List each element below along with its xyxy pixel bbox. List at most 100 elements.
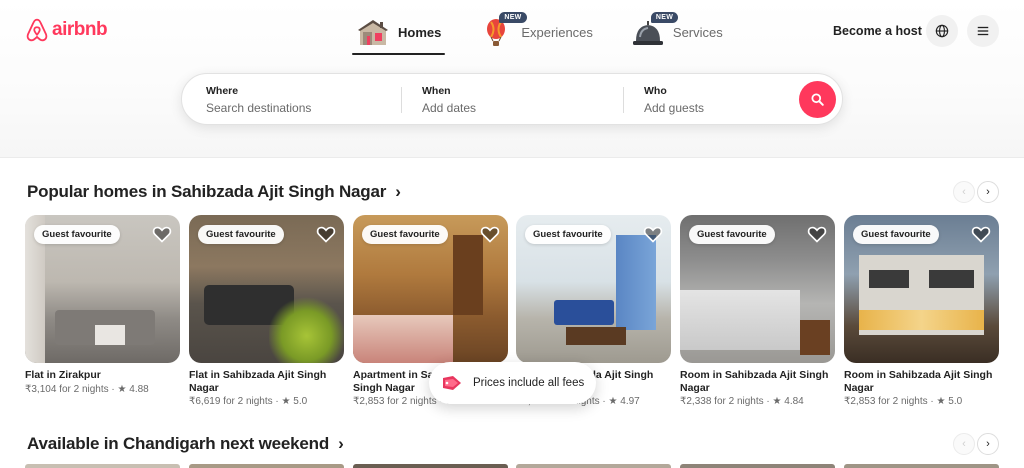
language-button[interactable]	[926, 15, 958, 47]
chevron-right-icon: ›	[333, 434, 344, 453]
new-badge: NEW	[499, 12, 527, 23]
guest-favourite-badge: Guest favourite	[853, 225, 939, 244]
who-field[interactable]: Who Add guests	[620, 74, 790, 126]
scroll-left-button[interactable]: ‹	[953, 433, 975, 455]
main-menu-button[interactable]	[967, 15, 999, 47]
heart-icon[interactable]	[152, 224, 172, 244]
airbnb-logo-icon	[26, 18, 48, 42]
star-icon: ★	[117, 383, 127, 395]
listing-title: Flat in Sahibzada Ajit Singh Nagar	[189, 369, 327, 394]
listing-price: ₹2,853 for 2 nights	[353, 396, 437, 407]
section-title-chandigarh[interactable]: Available in Chandigarh next weekend ›	[27, 434, 344, 454]
scroll-left-button[interactable]: ‹	[953, 181, 975, 203]
chevron-left-icon: ‹	[962, 438, 966, 450]
become-host-link[interactable]: Become a host	[833, 24, 922, 38]
listing-meta: ₹2,338 for 2 nights · ★ 4.84	[680, 396, 804, 407]
guest-favourite-badge: Guest favourite	[525, 225, 611, 244]
category-nav: Homes NEW Experiences NEW Services	[352, 10, 727, 55]
hamburger-menu-icon	[977, 26, 989, 36]
listing-price: ₹2,338 for 2 nights	[680, 396, 764, 407]
heart-icon[interactable]	[971, 224, 991, 244]
listing-photo[interactable]: Guest favourite	[353, 215, 508, 363]
toast-text: Prices include all fees	[473, 377, 585, 389]
listing-photo-partial	[189, 464, 344, 468]
tab-experiences[interactable]: NEW Experiences	[475, 10, 597, 54]
heart-icon[interactable]	[807, 224, 827, 244]
who-label: Who	[644, 85, 667, 97]
listing-photo-partial	[25, 464, 180, 468]
listing-photo[interactable]: Guest favourite	[516, 215, 671, 363]
when-label: When	[422, 85, 451, 97]
chevron-right-icon: ›	[986, 438, 990, 450]
listing-rating: 4.84	[784, 396, 804, 407]
when-placeholder: Add dates	[422, 101, 477, 115]
heart-icon[interactable]	[643, 224, 663, 244]
new-badge: NEW	[650, 12, 679, 23]
listing-photo-partial	[353, 464, 508, 468]
listing-card[interactable]: Guest favourite Flat in Sahibzada Ajit S…	[189, 215, 344, 407]
listing-card[interactable]: Guest favourite Flat in Zirakpur ₹3,104 …	[25, 215, 180, 395]
tab-homes[interactable]: Homes	[352, 10, 446, 55]
globe-icon	[935, 24, 949, 38]
listing-photo-partial	[680, 464, 835, 468]
guest-favourite-badge: Guest favourite	[362, 225, 448, 244]
search-bar: Where Search destinations When Add dates…	[181, 73, 843, 125]
listing-photo[interactable]: Guest favourite	[844, 215, 999, 363]
prices-include-fees-toast[interactable]: Prices include all fees	[429, 362, 596, 404]
listing-card[interactable]: Guest favourite Room in Sahibzada Ajit S…	[680, 215, 835, 407]
star-icon: ★	[608, 396, 618, 407]
hot-air-balloon-icon: NEW	[479, 12, 527, 47]
where-placeholder: Search destinations	[206, 101, 312, 115]
listing-photo-partial	[516, 464, 671, 468]
chevron-right-icon: ›	[986, 186, 990, 198]
listing-photo[interactable]: Guest favourite	[189, 215, 344, 363]
listing-rating: 5.0	[293, 396, 308, 407]
where-field[interactable]: Where Search destinations	[182, 74, 402, 126]
scroll-right-button[interactable]: ›	[977, 181, 999, 203]
tab-homes-label: Homes	[398, 24, 442, 40]
price-tag-icon	[443, 376, 461, 390]
when-field[interactable]: When Add dates	[398, 74, 620, 126]
listing-meta: ₹2,853 for 2 nights · ★ 5.0	[844, 396, 963, 407]
listing-price: ₹2,853 for 2 nights	[844, 396, 928, 407]
star-icon: ★	[936, 396, 946, 407]
section-title-text: Popular homes in Sahibzada Ajit Singh Na…	[27, 182, 387, 201]
tab-services-label: Services	[672, 24, 723, 40]
chevron-right-icon: ›	[390, 182, 401, 201]
top-header: airbnb Homes NEW Experiences NEW Service…	[0, 0, 1024, 158]
listing-photo-partial	[844, 464, 999, 468]
guest-favourite-badge: Guest favourite	[198, 225, 284, 244]
house-icon	[356, 17, 390, 47]
service-bell-icon: NEW	[631, 12, 679, 47]
listing-card[interactable]: Guest favourite Room in Sahibzada Ajit S…	[844, 215, 999, 407]
listing-meta: ₹3,104 for 2 nights · ★ 4.88	[25, 383, 149, 395]
listing-rating: 4.97	[620, 396, 640, 407]
listing-photo[interactable]: Guest favourite	[25, 215, 180, 363]
heart-icon[interactable]	[316, 224, 336, 244]
listing-price: ₹6,619 for 2 nights	[189, 396, 273, 407]
listing-rating: 4.88	[129, 383, 149, 395]
tab-services[interactable]: NEW Services	[627, 10, 727, 54]
guest-favourite-badge: Guest favourite	[34, 225, 120, 244]
search-button[interactable]	[799, 81, 836, 118]
listing-title: Flat in Zirakpur	[25, 369, 101, 381]
listing-price: ₹3,104 for 2 nights	[25, 383, 109, 395]
tab-experiences-label: Experiences	[521, 24, 593, 40]
search-icon	[811, 93, 824, 106]
brand-name: airbnb	[52, 19, 108, 40]
listing-title: Room in Sahibzada Ajit Singh Nagar	[680, 369, 829, 394]
heart-icon[interactable]	[480, 224, 500, 244]
listing-photo[interactable]: Guest favourite	[680, 215, 835, 363]
where-label: Where	[206, 85, 239, 97]
star-icon: ★	[281, 396, 291, 407]
scroll-right-button[interactable]: ›	[977, 433, 999, 455]
listing-meta: ₹6,619 for 2 nights · ★ 5.0	[189, 396, 308, 407]
airbnb-logo[interactable]: airbnb	[26, 18, 108, 42]
who-placeholder: Add guests	[644, 101, 705, 115]
guest-favourite-badge: Guest favourite	[689, 225, 775, 244]
section-title-popular-homes[interactable]: Popular homes in Sahibzada Ajit Singh Na…	[27, 182, 401, 202]
section-title-text: Available in Chandigarh next weekend	[27, 434, 330, 453]
listing-title: Room in Sahibzada Ajit Singh Nagar	[844, 369, 993, 394]
star-icon: ★	[772, 396, 782, 407]
chevron-left-icon: ‹	[962, 186, 966, 198]
